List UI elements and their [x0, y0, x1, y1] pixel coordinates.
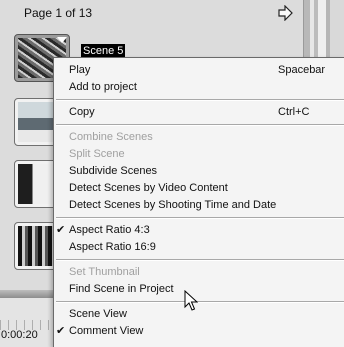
menu-item-label: Aspect Ratio 4:3: [69, 224, 150, 236]
menu-item-aspect-4-3[interactable]: ✔ Aspect Ratio 4:3: [54, 222, 344, 239]
menu-item-label: Split Scene: [69, 148, 125, 160]
scene-name-label[interactable]: Scene 5: [81, 44, 126, 58]
menu-item-shortcut: Spacebar: [278, 64, 326, 76]
menu-item-label: Scene View: [69, 308, 127, 320]
menu-item-play[interactable]: Play Spacebar: [54, 62, 344, 79]
menu-item-label: Copy: [69, 106, 95, 118]
checkmark-icon: ✔: [56, 224, 66, 236]
next-page-button[interactable]: [276, 4, 294, 22]
dropdown-triangle-icon: [57, 37, 67, 43]
mouse-pointer-icon: [184, 290, 198, 311]
menu-item-label: Set Thumbnail: [69, 266, 140, 278]
checkmark-icon: ✔: [56, 325, 66, 337]
menu-item-shortcut: Ctrl+C: [278, 106, 310, 118]
menu-item-comment-view[interactable]: ✔ Comment View: [54, 323, 344, 340]
menu-item-label: Detect Scenes by Video Content: [69, 182, 228, 194]
menu-item-set-thumbnail[interactable]: Set Thumbnail: [54, 264, 344, 281]
menu-item-label: Subdivide Scenes: [69, 165, 158, 177]
menu-item-label: Detect Scenes by Shooting Time and Date: [69, 199, 277, 211]
menu-item-label: Comment View: [69, 325, 144, 337]
menu-separator: [56, 124, 344, 126]
page-indicator: Page 1 of 13: [24, 6, 93, 20]
menu-item-aspect-16-9[interactable]: Aspect Ratio 16:9: [54, 239, 344, 256]
menu-separator: [56, 99, 344, 101]
menu-item-find-scene[interactable]: Find Scene in Project: [54, 281, 344, 298]
arrow-right-icon: [278, 5, 293, 21]
menu-item-split-scene[interactable]: Split Scene: [54, 146, 344, 163]
menu-item-label: Find Scene in Project: [69, 283, 174, 295]
menu-item-scene-view[interactable]: Scene View: [54, 306, 344, 323]
menu-item-label: Add to project: [69, 81, 137, 93]
menu-item-combine-scenes[interactable]: Combine Scenes: [54, 129, 344, 146]
timecode-label: 0:00:20: [1, 329, 38, 341]
menu-item-detect-by-content[interactable]: Detect Scenes by Video Content: [54, 180, 344, 197]
menu-item-label: Aspect Ratio 16:9: [69, 241, 156, 253]
context-menu: Play Spacebar Add to project Copy Ctrl+C…: [53, 57, 344, 347]
menu-item-label: Play: [69, 64, 91, 76]
menu-item-subdivide-scenes[interactable]: Subdivide Scenes: [54, 163, 344, 180]
menu-item-add-to-project[interactable]: Add to project: [54, 79, 344, 96]
menu-item-copy[interactable]: Copy Ctrl+C: [54, 104, 344, 121]
menu-separator: [56, 259, 344, 261]
menu-item-label: Combine Scenes: [69, 131, 153, 143]
menu-separator: [56, 217, 344, 219]
menu-item-detect-by-time[interactable]: Detect Scenes by Shooting Time and Date: [54, 197, 344, 214]
menu-separator: [56, 301, 344, 303]
